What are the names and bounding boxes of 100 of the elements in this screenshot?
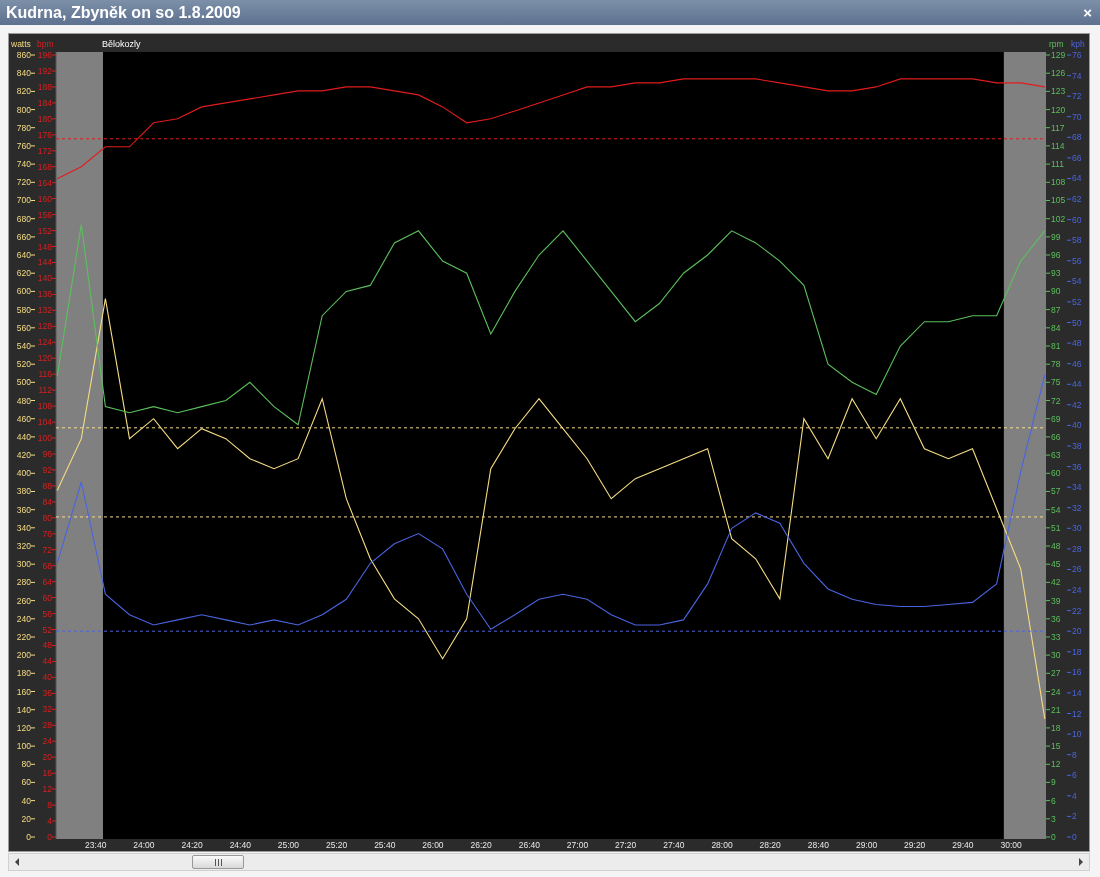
axis-unit-label: kph	[1071, 39, 1085, 49]
axis-tick-label: 36	[1072, 461, 1082, 472]
axis-tick-label: 192	[37, 65, 52, 76]
axis-tick-label: 200	[16, 650, 31, 661]
axis-tick-label: 120	[37, 353, 52, 364]
axis-tick-label: 44	[1072, 379, 1082, 390]
axis-tick-label: 117	[1051, 122, 1065, 133]
time-tick-label: 30:00	[1000, 840, 1022, 850]
axis-tick-label: 12	[42, 784, 52, 795]
axis-tick-label: 600	[16, 286, 31, 297]
axis-tick-label: 260	[16, 595, 31, 606]
axis-tick-label: 108	[1051, 177, 1066, 188]
axis-tick-label: 105	[1051, 195, 1066, 206]
axis-tick-label: 12	[1051, 759, 1061, 770]
axis-tick-label: 136	[37, 289, 52, 300]
time-tick-label: 27:40	[663, 840, 685, 850]
axis-tick-label: 3	[1051, 813, 1056, 824]
time-tick-label: 28:00	[711, 840, 733, 850]
axis-tick-label: 60	[1051, 468, 1061, 479]
axis-tick-label: 40	[42, 672, 52, 683]
axis-tick-label: 84	[42, 496, 52, 507]
axis-tick-label: 92	[42, 464, 52, 475]
axis-tick-label: 720	[16, 177, 31, 188]
axis-tick-label: 4	[1072, 790, 1077, 801]
axis-tick-label: 184	[37, 97, 52, 108]
axis-tick-label: 18	[1051, 722, 1061, 733]
axis-tick-label: 93	[1051, 268, 1061, 279]
axis-tick-label: 20	[21, 813, 31, 824]
axis-tick-label: 22	[1072, 605, 1082, 616]
axis-tick-label: 66	[1072, 152, 1082, 163]
axis-tick-label: 16	[42, 768, 52, 779]
axis-tick-label: 123	[1051, 86, 1066, 97]
axis-tick-label: 0	[1072, 832, 1077, 842]
axis-tick-label: 87	[1051, 304, 1061, 315]
axis-tick-label: 78	[1051, 359, 1061, 370]
axis-tick-label: 32	[42, 704, 52, 715]
scrollbar-thumb[interactable]	[192, 855, 244, 869]
axis-tick-label: 20	[42, 752, 52, 763]
axis-tick-label: 840	[16, 68, 31, 79]
axis-tick-label: 54	[1051, 504, 1061, 515]
axis-tick-label: 80	[21, 759, 31, 770]
axis-tick-label: 660	[16, 231, 31, 242]
axis-tick-label: 39	[1051, 595, 1061, 606]
axis-tick-label: 180	[16, 668, 31, 679]
time-tick-label: 26:40	[518, 840, 540, 850]
axis-tick-label: 96	[42, 449, 52, 459]
axis-tick-label: 460	[16, 413, 31, 424]
axis-tick-label: 72	[1051, 395, 1061, 406]
axis-tick-label: 102	[1051, 213, 1066, 224]
time-tick-label: 24:40	[229, 840, 251, 850]
axis-tick-label: 51	[1051, 522, 1061, 533]
axis-tick-label: 128	[37, 321, 52, 332]
axis-tick-label: 33	[1051, 631, 1061, 642]
axis-tick-label: 12	[1072, 708, 1082, 719]
left-triangle-icon	[14, 858, 20, 866]
axis-tick-label: 54	[1072, 276, 1082, 287]
axis-tick-label: 540	[16, 341, 31, 351]
axis-tick-label: 74	[1072, 70, 1082, 81]
axis-tick-label: 42	[1072, 399, 1082, 410]
axis-tick-label: 860	[16, 50, 31, 60]
axis-tick-label: 16	[1072, 667, 1082, 678]
axis-tick-label: 26	[1072, 564, 1082, 575]
axis-tick-label: 52	[1072, 296, 1082, 307]
axis-tick-label: 66	[1051, 431, 1061, 442]
axis-tick-label: 280	[16, 577, 31, 588]
time-tick-label: 25:20	[326, 840, 348, 850]
time-tick-label: 24:00	[133, 840, 155, 850]
time-tick-label: 24:20	[181, 840, 203, 850]
axis-tick-label: 8	[1072, 749, 1077, 760]
time-tick-label: 27:00	[566, 840, 589, 850]
axis-tick-label: 160	[16, 686, 31, 697]
axis-tick-label: 38	[1072, 441, 1082, 451]
axis-tick-label: 780	[16, 122, 31, 133]
axis-tick-label: 700	[16, 195, 31, 206]
time-tick-label: 29:00	[855, 840, 878, 850]
axis-tick-label: 14	[1072, 687, 1082, 698]
axis-tick-label: 820	[16, 86, 31, 97]
axis-tick-label: 760	[16, 140, 31, 151]
time-tick-label: 26:00	[422, 840, 444, 850]
axis-tick-label: 28	[1072, 543, 1082, 554]
close-button[interactable]: ×	[1081, 5, 1094, 20]
time-tick-label: 25:40	[374, 840, 396, 850]
axis-tick-label: 75	[1051, 377, 1061, 388]
axis-tick-label: 88	[42, 480, 52, 491]
time-tick-label: 25:00	[277, 840, 300, 850]
axis-tick-label: 60	[1072, 214, 1082, 225]
axis-tick-label: 800	[16, 104, 31, 115]
axis-tick-label: 15	[1051, 741, 1061, 752]
axis-tick-label: 84	[1051, 322, 1061, 333]
axis-tick-label: 180	[37, 113, 52, 124]
axis-tick-label: 160	[37, 193, 52, 204]
axis-tick-label: 20	[1072, 626, 1082, 637]
axis-tick-label: 36	[1051, 613, 1061, 624]
axis-tick-label: 400	[16, 468, 31, 479]
marker-label: Bělokozly	[102, 39, 141, 49]
axis-tick-label: 240	[16, 613, 31, 624]
axis-tick-label: 620	[16, 268, 31, 279]
axis-tick-label: 380	[16, 486, 31, 497]
axis-tick-label: 4	[47, 816, 52, 827]
axis-tick-label: 164	[37, 177, 52, 188]
